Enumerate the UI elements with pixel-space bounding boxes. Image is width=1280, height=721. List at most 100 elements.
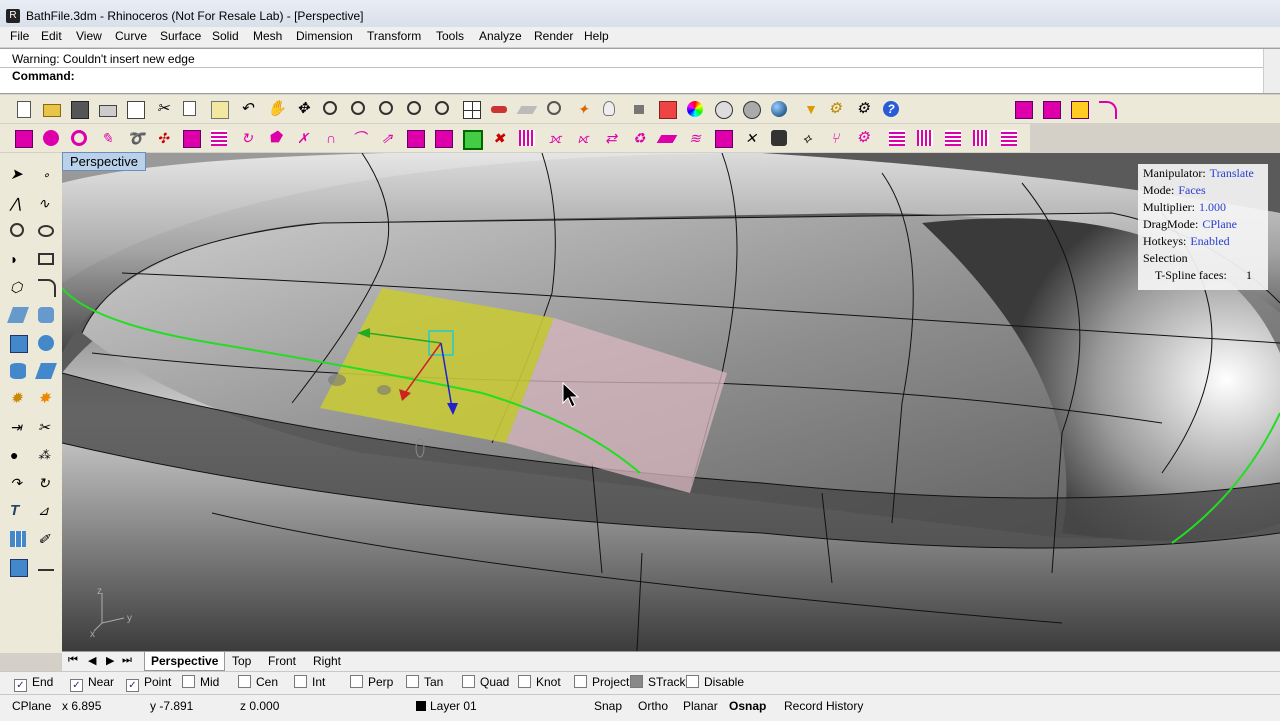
osnap-int-checkbox[interactable] [294, 675, 307, 688]
last-tab-icon[interactable]: ⏭ [122, 654, 132, 667]
tspline-fill-icon[interactable]: ♻ [628, 127, 650, 149]
osnap-knot[interactable]: Knot [518, 675, 561, 689]
tspline-box-2-icon[interactable] [180, 127, 202, 149]
multiplier-value[interactable]: 1.000 [1199, 200, 1226, 214]
osnap-end[interactable]: End [14, 675, 53, 692]
tspline-smooth-icon[interactable]: ≋ [684, 127, 706, 149]
material-icon[interactable] [656, 98, 678, 120]
undo-icon[interactable]: ↶ [236, 98, 258, 120]
tspline-grid-2-icon[interactable] [516, 127, 538, 149]
status-layer[interactable]: Layer 01 [416, 699, 477, 713]
array-icon[interactable] [6, 527, 30, 551]
polygon-icon[interactable]: ⬡ [6, 275, 30, 299]
rotate-view-icon[interactable] [432, 98, 454, 120]
tspline-weld-icon[interactable]: ⟗ [544, 127, 566, 149]
tspline-mesh-grid-3-icon[interactable] [942, 127, 964, 149]
tspline-torus-icon[interactable] [68, 127, 90, 149]
zoom-extents-icon[interactable] [376, 98, 398, 120]
paste-icon[interactable] [208, 98, 230, 120]
tspline-flatten-icon[interactable] [656, 127, 678, 149]
cylinder-icon[interactable] [6, 359, 30, 383]
tspline-mesh-grid-4-icon[interactable] [970, 127, 992, 149]
next-tab-icon[interactable]: ▶ [106, 654, 114, 667]
surface-from-points-icon[interactable] [6, 303, 30, 327]
tspline-polygon-icon[interactable]: ⬟ [264, 127, 286, 149]
menu-view[interactable]: View [74, 29, 104, 43]
export-icon[interactable] [124, 98, 146, 120]
command-scrollbar[interactable] [1263, 49, 1280, 93]
copy-icon[interactable] [180, 98, 202, 120]
layer-cube-icon[interactable] [6, 555, 30, 579]
tspline-draw-icon[interactable]: ✎ [96, 127, 118, 149]
tspline-mesh-grid-2-icon[interactable] [914, 127, 936, 149]
tspline-bridge-icon[interactable]: ⌒ [348, 127, 370, 149]
manipulator-icon[interactable]: ✣ [152, 127, 174, 149]
osnap-int[interactable]: Int [294, 675, 325, 689]
tspline-cube-yellow-icon[interactable] [1068, 98, 1090, 120]
cut-icon[interactable]: ✂ [152, 98, 174, 120]
osnap-tan-checkbox[interactable] [406, 675, 419, 688]
tspline-options-icon[interactable]: ⚙ [852, 127, 874, 149]
analyze-icon[interactable]: ✐ [34, 527, 58, 551]
print-icon[interactable] [96, 98, 118, 120]
osnap-cen-checkbox[interactable] [238, 675, 251, 688]
lock-icon[interactable] [628, 98, 650, 120]
status-cplane[interactable]: CPlane [12, 699, 51, 713]
status-planar[interactable]: Planar [683, 699, 718, 713]
tspline-cube-icon[interactable] [1040, 98, 1062, 120]
object-snap-icon[interactable] [544, 98, 566, 120]
status-ortho[interactable]: Ortho [638, 699, 668, 713]
menu-help[interactable]: Help [582, 29, 611, 43]
spotlight-icon[interactable]: ▼ [800, 98, 822, 120]
tspline-symmetry-icon[interactable]: ⟡ [796, 127, 818, 149]
tspline-primitive-box-icon[interactable] [12, 127, 34, 149]
tspline-pipe-icon[interactable]: ➰ [124, 127, 146, 149]
command-prompt[interactable]: Command: [12, 69, 75, 83]
rhino-app-icon[interactable]: R [6, 9, 20, 23]
menu-analyze[interactable]: Analyze [477, 29, 524, 43]
osnap-strack-checkbox[interactable] [630, 675, 643, 688]
menu-mesh[interactable]: Mesh [251, 29, 284, 43]
select-points-icon[interactable]: ✦ [572, 98, 594, 120]
options-icon[interactable]: ⚙ [852, 98, 874, 120]
measure-icon[interactable] [34, 555, 58, 579]
perspective-viewport[interactable]: z y x [62, 153, 1280, 651]
osnap-near-checkbox[interactable] [70, 679, 83, 692]
zoom-selected-icon[interactable] [404, 98, 426, 120]
zoom-icon[interactable] [320, 98, 342, 120]
viewport-title[interactable]: Perspective [62, 152, 146, 171]
tspline-split-icon[interactable]: ✕ [740, 127, 762, 149]
move-icon[interactable]: ⇥ [6, 415, 30, 439]
trim-icon[interactable]: ✂ [34, 415, 58, 439]
group-icon[interactable]: ⁂ [34, 443, 58, 467]
tspline-crease-icon[interactable]: ✗ [292, 127, 314, 149]
osnap-knot-checkbox[interactable] [518, 675, 531, 688]
fillet-curve-icon[interactable] [34, 275, 58, 299]
polyline-icon[interactable]: ⋀ [6, 191, 30, 215]
tab-right[interactable]: Right [307, 652, 347, 670]
first-tab-icon[interactable]: ⏮ [68, 654, 78, 667]
rotate-3d-icon[interactable]: ↻ [34, 471, 58, 495]
tspline-box-icon[interactable] [1012, 98, 1034, 120]
status-osnap[interactable]: Osnap [729, 699, 766, 713]
settings-gears-icon[interactable]: ⚙ [824, 98, 846, 120]
hotkeys-value[interactable]: Enabled [1190, 234, 1229, 248]
status-snap[interactable]: Snap [594, 699, 622, 713]
osnap-disable[interactable]: Disable [686, 675, 744, 689]
save-icon[interactable] [68, 98, 90, 120]
menu-file[interactable]: File [8, 29, 31, 43]
tspline-insert-icon[interactable] [404, 127, 426, 149]
select-arrow-icon[interactable]: ➤ [6, 163, 30, 187]
osnap-end-checkbox[interactable] [14, 679, 27, 692]
rotate-icon[interactable]: ↷ [6, 471, 30, 495]
pan-arrows-icon[interactable]: ✥ [292, 98, 314, 120]
osnap-mid-checkbox[interactable] [182, 675, 195, 688]
explode-icon[interactable]: ✸ [34, 387, 58, 411]
render-sphere-icon[interactable] [768, 98, 790, 120]
tspline-grid-icon[interactable] [208, 127, 230, 149]
osnap-point-checkbox[interactable] [126, 679, 139, 692]
point-icon[interactable]: ∘ [34, 163, 58, 187]
bathtub-model-render[interactable]: z y x [62, 153, 1280, 651]
menu-surface[interactable]: Surface [158, 29, 203, 43]
osnap-project[interactable]: Project [574, 675, 629, 689]
